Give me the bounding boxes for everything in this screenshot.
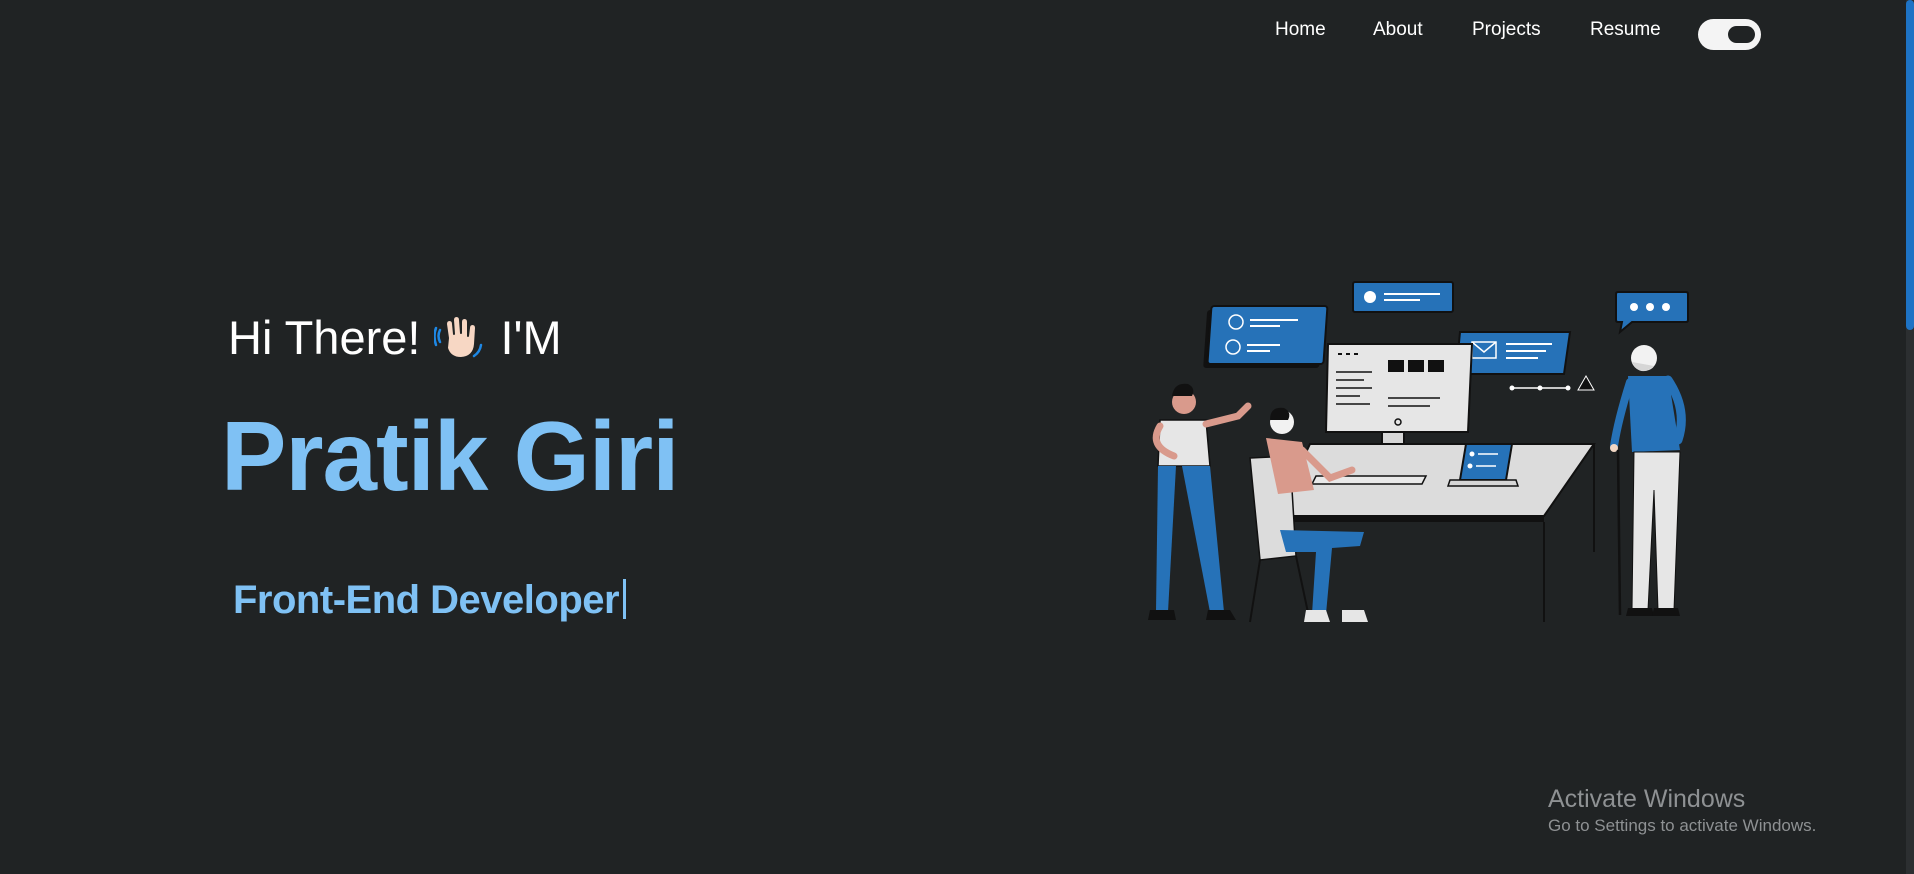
nav-about-link[interactable]: About [1373,19,1423,41]
top-nav: Home About Projects Resume [0,0,1914,62]
greeting-text: Hi There! [228,311,421,364]
team-working-at-computer-illustration [1148,281,1689,623]
windows-activation-watermark: Activate Windows Go to Settings to activ… [1548,783,1816,837]
standing-person [1148,383,1252,620]
floating-panel-left [1203,305,1329,368]
scrollbar-thumb[interactable] [1906,0,1914,330]
watermark-subtitle: Go to Settings to activate Windows. [1548,816,1817,835]
greeting-im-text: I'M [500,311,562,364]
page: Home About Projects Resume Hi There! I'M… [0,0,1914,874]
page-scrollbar[interactable] [1906,0,1914,874]
toggle-switch-icon [1728,26,1755,43]
floating-panel-top [1352,281,1454,313]
nav-home-link[interactable]: Home [1275,19,1326,41]
elderly-person [1610,345,1686,616]
theme-toggle[interactable] [1698,19,1761,50]
role-text: Front-End Developer [233,578,620,622]
hero-greeting: Hi There! I'M [228,310,562,365]
hero-role: Front-End Developer [233,578,627,623]
speech-bubble [1615,291,1689,335]
nav-resume-link[interactable]: Resume [1590,19,1661,41]
nav-projects-link[interactable]: Projects [1472,19,1541,41]
floating-panel-mail [1454,331,1572,383]
hero-name: Pratik Giri [221,401,679,511]
computer-monitor [1324,343,1474,461]
watermark-title: Activate Windows [1548,785,1746,813]
waving-hand-icon [434,314,483,359]
typing-cursor [623,579,627,619]
progress-dots [1509,374,1595,391]
